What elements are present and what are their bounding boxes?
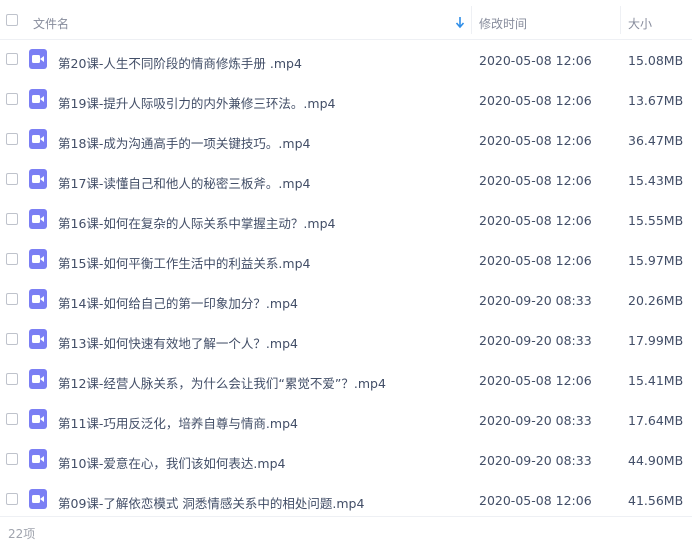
row-checkbox[interactable] bbox=[6, 413, 18, 425]
file-name[interactable]: 第19课-提升人际吸引力的内外兼修三环法。.mp4 bbox=[58, 93, 335, 112]
file-name[interactable]: 第12课-经营人脉关系，为什么会让我们“累觉不爱”？.mp4 bbox=[58, 373, 386, 392]
video-file-icon bbox=[29, 169, 47, 189]
file-row[interactable]: 第18课-成为沟通高手的一项关键技巧。.mp4 2020-05-08 12:06 3… bbox=[0, 120, 692, 160]
file-name[interactable]: 第15课-如何平衡工作生活中的利益关系.mp4 bbox=[58, 253, 310, 272]
row-checkbox[interactable] bbox=[6, 373, 18, 385]
file-size: 15.43MB bbox=[628, 173, 684, 188]
file-modified-time: 2020-05-08 12:06 bbox=[479, 373, 592, 388]
row-checkbox[interactable] bbox=[6, 213, 18, 225]
file-name[interactable]: 第10课-爱意在心，我们该如何表达.mp4 bbox=[58, 453, 285, 472]
file-row[interactable]: 第15课-如何平衡工作生活中的利益关系.mp4 2020-05-08 12:06 1… bbox=[0, 240, 692, 280]
file-modified-time: 2020-09-20 08:33 bbox=[479, 413, 592, 428]
item-count: 22项 bbox=[8, 527, 36, 541]
file-name[interactable]: 第17课-读懂自己和他人的秘密三板斧。.mp4 bbox=[58, 173, 310, 192]
column-header-size[interactable]: 大小 bbox=[628, 15, 652, 32]
file-modified-time: 2020-05-08 12:06 bbox=[479, 93, 592, 108]
file-size: 20.26MB bbox=[628, 293, 684, 308]
file-name[interactable]: 第14课-如何给自己的第一印象加分？.mp4 bbox=[58, 293, 298, 312]
column-header-modified[interactable]: 修改时间 bbox=[479, 15, 527, 32]
file-size: 17.64MB bbox=[628, 413, 684, 428]
file-row[interactable]: 第20课-人生不同阶段的情商修炼手册 .mp4 2020-05-08 12:06 1… bbox=[0, 40, 692, 80]
video-file-icon bbox=[29, 209, 47, 229]
file-size: 17.99MB bbox=[628, 333, 684, 348]
file-name[interactable]: 第11课-巧用反泛化，培养自尊与情商.mp4 bbox=[58, 413, 298, 432]
file-name[interactable]: 第18课-成为沟通高手的一项关键技巧。.mp4 bbox=[58, 133, 310, 152]
video-file-icon bbox=[29, 369, 47, 389]
file-row[interactable]: 第14课-如何给自己的第一印象加分？.mp4 2020-09-20 08:33 20… bbox=[0, 280, 692, 320]
row-checkbox[interactable] bbox=[6, 293, 18, 305]
file-size: 15.08MB bbox=[628, 53, 684, 68]
video-file-icon bbox=[29, 49, 47, 69]
file-row[interactable]: 第09课-了解依恋模式 洞悉情感关系中的相处问题.mp4 2020-05-08 1… bbox=[0, 480, 692, 520]
file-modified-time: 2020-05-08 12:06 bbox=[479, 53, 592, 68]
file-row[interactable]: 第19课-提升人际吸引力的内外兼修三环法。.mp4 2020-05-08 12:0… bbox=[0, 80, 692, 120]
row-checkbox[interactable] bbox=[6, 333, 18, 345]
file-row[interactable]: 第11课-巧用反泛化，培养自尊与情商.mp4 2020-09-20 08:33 17… bbox=[0, 400, 692, 440]
file-size: 44.90MB bbox=[628, 453, 684, 468]
file-row[interactable]: 第17课-读懂自己和他人的秘密三板斧。.mp4 2020-05-08 12:06 1… bbox=[0, 160, 692, 200]
file-modified-time: 2020-09-20 08:33 bbox=[479, 333, 592, 348]
file-list-header: 文件名 修改时间 大小 bbox=[0, 0, 692, 40]
file-size: 13.67MB bbox=[628, 93, 684, 108]
sort-down-arrow-icon[interactable] bbox=[455, 17, 465, 29]
column-header-name[interactable]: 文件名 bbox=[33, 15, 69, 32]
row-checkbox[interactable] bbox=[6, 93, 18, 105]
file-modified-time: 2020-09-20 08:33 bbox=[479, 453, 592, 468]
video-file-icon bbox=[29, 449, 47, 469]
video-file-icon bbox=[29, 409, 47, 429]
file-size: 15.41MB bbox=[628, 373, 684, 388]
file-modified-time: 2020-09-20 08:33 bbox=[479, 293, 592, 308]
file-name[interactable]: 第13课-如何快速有效地了解一个人？.mp4 bbox=[58, 333, 298, 352]
row-checkbox[interactable] bbox=[6, 493, 18, 505]
column-divider[interactable] bbox=[471, 6, 472, 34]
file-size: 15.55MB bbox=[628, 213, 684, 228]
row-checkbox[interactable] bbox=[6, 173, 18, 185]
file-modified-time: 2020-05-08 12:06 bbox=[479, 133, 592, 148]
file-row[interactable]: 第10课-爱意在心，我们该如何表达.mp4 2020-09-20 08:33 44.… bbox=[0, 440, 692, 480]
video-file-icon bbox=[29, 249, 47, 269]
status-bar: 22项 bbox=[0, 516, 692, 545]
file-size: 41.56MB bbox=[628, 493, 684, 508]
file-modified-time: 2020-05-08 12:06 bbox=[479, 173, 592, 188]
row-checkbox[interactable] bbox=[6, 453, 18, 465]
row-checkbox[interactable] bbox=[6, 53, 18, 65]
file-modified-time: 2020-05-08 12:06 bbox=[479, 493, 592, 508]
video-file-icon bbox=[29, 329, 47, 349]
video-file-icon bbox=[29, 289, 47, 309]
file-name[interactable]: 第09课-了解依恋模式 洞悉情感关系中的相处问题.mp4 bbox=[58, 493, 364, 512]
file-size: 36.47MB bbox=[628, 133, 684, 148]
row-checkbox[interactable] bbox=[6, 253, 18, 265]
file-row[interactable]: 第12课-经营人脉关系，为什么会让我们“累觉不爱”？.mp4 2020-05-08… bbox=[0, 360, 692, 400]
video-file-icon bbox=[29, 129, 47, 149]
select-all-checkbox[interactable] bbox=[6, 14, 18, 26]
file-modified-time: 2020-05-08 12:06 bbox=[479, 213, 592, 228]
video-file-icon bbox=[29, 489, 47, 509]
file-name[interactable]: 第20课-人生不同阶段的情商修炼手册 .mp4 bbox=[58, 53, 302, 72]
file-row[interactable]: 第13课-如何快速有效地了解一个人？.mp4 2020-09-20 08:33 17… bbox=[0, 320, 692, 360]
row-checkbox[interactable] bbox=[6, 133, 18, 145]
file-name[interactable]: 第16课-如何在复杂的人际关系中掌握主动？.mp4 bbox=[58, 213, 335, 232]
file-row[interactable]: 第16课-如何在复杂的人际关系中掌握主动？.mp4 2020-05-08 12:0… bbox=[0, 200, 692, 240]
column-divider[interactable] bbox=[620, 6, 621, 34]
file-size: 15.97MB bbox=[628, 253, 684, 268]
video-file-icon bbox=[29, 89, 47, 109]
file-modified-time: 2020-05-08 12:06 bbox=[479, 253, 592, 268]
